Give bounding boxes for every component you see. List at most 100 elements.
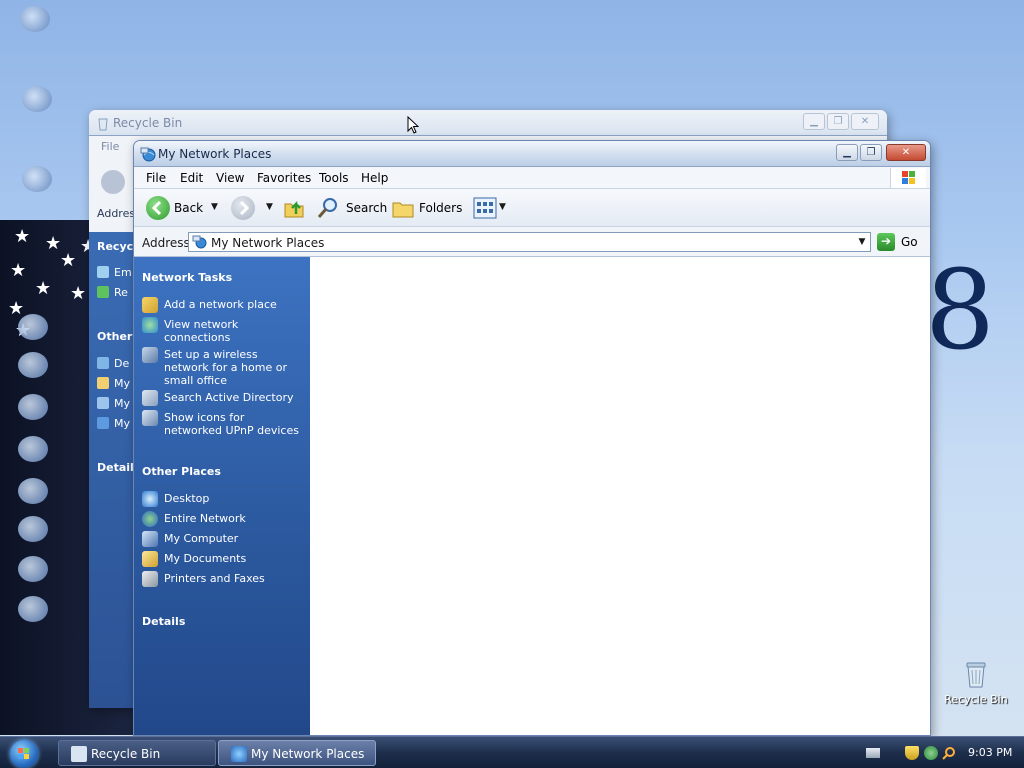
system-clock[interactable]: 9:03 PM	[968, 746, 1012, 759]
network-places-window[interactable]: My Network Places ▁ ❐ ✕ File Edit View F…	[133, 140, 931, 736]
network-status-icon[interactable]	[924, 746, 938, 760]
desktop-folder-icon[interactable]	[20, 6, 50, 32]
forward-button[interactable]	[231, 196, 257, 220]
recycle-bin-icon	[960, 658, 992, 690]
desktop-app-icon[interactable]	[18, 516, 48, 542]
go-button[interactable]: ➔ Go	[877, 232, 923, 252]
task-link-label: My Computer	[164, 532, 239, 545]
wallpaper-star: ★	[35, 278, 52, 299]
desktop-app-icon[interactable]	[18, 352, 48, 378]
task-link-label: Set up a wireless network for a home or …	[164, 348, 287, 387]
minimize-button[interactable]: ▁	[836, 144, 858, 161]
desktop-computer-icon[interactable]	[22, 86, 52, 112]
go-label: Go	[901, 235, 918, 249]
task-link-label: View network connections	[164, 318, 239, 344]
pane-link[interactable]: My	[97, 397, 130, 410]
task-link-label: Printers and Faxes	[164, 572, 265, 585]
desktop-app-icon[interactable]	[18, 596, 48, 622]
wireless-network-icon	[142, 347, 158, 363]
upnp-devices-icon	[142, 410, 158, 426]
mouse-cursor-icon	[407, 116, 419, 134]
desktop-network-icon[interactable]	[22, 166, 52, 192]
desktop-recycle-bin-label: Recycle Bin	[944, 693, 1008, 706]
back-arrow-icon	[146, 196, 170, 220]
address-input[interactable]: My Network Places ▼	[188, 232, 871, 252]
taskbar-button-recycle-bin[interactable]: Recycle Bin	[58, 740, 216, 766]
desktop-recycle-bin[interactable]: Recycle Bin	[940, 658, 1012, 706]
desktop-app-icon[interactable]	[18, 556, 48, 582]
views-button[interactable]: ▼	[473, 196, 509, 220]
windows-logo-icon	[18, 748, 29, 759]
network-connections-icon	[142, 317, 158, 333]
task-link-label: Show icons for networked UPnP devices	[164, 411, 299, 437]
pane-link[interactable]: Re	[97, 286, 128, 299]
pane-link-label: De	[114, 357, 130, 370]
pane-link-label: My	[114, 397, 131, 410]
menu-file[interactable]: File	[146, 171, 166, 185]
my-documents-icon	[142, 551, 158, 567]
task-link-label: Entire Network	[164, 512, 246, 525]
details-heading[interactable]: Details	[142, 615, 185, 628]
taskbar-button-label: Recycle Bin	[91, 747, 161, 761]
my-documents-icon	[97, 377, 109, 389]
my-computer-icon	[142, 531, 158, 547]
network-places-titlebar[interactable]: My Network Places ▁ ❐ ✕	[134, 141, 930, 167]
pane-link[interactable]: My	[97, 417, 130, 430]
keyboard-icon[interactable]	[866, 748, 880, 758]
wallpaper-star: ★	[45, 233, 62, 254]
minimize-button[interactable]: ▁	[803, 113, 825, 130]
taskbar-button-label: My Network Places	[251, 747, 365, 761]
search-button[interactable]: Search	[316, 196, 387, 220]
pane-link-label: My	[114, 417, 131, 430]
network-places-icon	[231, 746, 247, 762]
menu-view[interactable]: View	[216, 171, 244, 185]
address-bar: Address My Network Places ▼ ➔ Go	[134, 227, 930, 257]
maximize-button[interactable]: ❐	[860, 144, 882, 161]
network-tasks-heading[interactable]: Network Tasks	[142, 271, 232, 284]
wallpaper-star: ★	[70, 283, 87, 304]
search-label: Search	[346, 201, 388, 215]
taskbar-button-network-places[interactable]: My Network Places	[218, 740, 376, 766]
menu-edit[interactable]: Edit	[180, 171, 203, 185]
pane-link[interactable]: Em	[97, 266, 132, 279]
address-dropdown-icon[interactable]: ▼	[855, 234, 869, 250]
up-folder-icon	[282, 196, 306, 223]
maximize-button[interactable]: ❐	[827, 113, 849, 130]
entire-network-icon	[142, 511, 158, 527]
back-arrow-icon[interactable]	[101, 170, 125, 194]
file-list-area[interactable]	[310, 257, 930, 735]
desktop-app-icon[interactable]	[18, 394, 48, 420]
wallpaper-star: ★	[8, 298, 25, 319]
pane-link[interactable]: De	[97, 357, 129, 370]
task-link-label: My Documents	[164, 552, 247, 565]
desktop-internet-icon[interactable]	[18, 314, 48, 340]
back-button[interactable]: Back	[146, 196, 208, 220]
close-button[interactable]: ✕	[851, 113, 879, 130]
wallpaper-star: ★	[60, 250, 77, 271]
close-button[interactable]: ✕	[886, 144, 926, 161]
search-directory-icon	[142, 390, 158, 406]
toolbar: Back ▼ ▼ Search Folders ▼	[134, 189, 930, 227]
menu-favorites[interactable]: Favorites	[257, 171, 311, 185]
recycle-bin-titlebar[interactable]: Recycle Bin ▁ ❐ ✕	[89, 110, 887, 136]
pane-link[interactable]: My	[97, 377, 130, 390]
menu-file[interactable]: File	[101, 140, 119, 153]
printers-icon	[142, 571, 158, 587]
other-places-heading[interactable]: Other Places	[142, 465, 221, 478]
wallpaper-star: ★	[10, 260, 27, 281]
up-folder-button[interactable]	[282, 196, 308, 220]
desktop-media-icon[interactable]	[18, 436, 48, 462]
back-dropdown-icon[interactable]: ▼	[211, 202, 218, 212]
folders-icon	[391, 196, 415, 223]
forward-arrow-icon	[231, 196, 255, 220]
start-button[interactable]	[10, 740, 38, 768]
menu-help[interactable]: Help	[361, 171, 388, 185]
folders-button[interactable]: Folders	[391, 196, 462, 223]
desktop-messenger-icon[interactable]	[18, 478, 48, 504]
security-shield-icon[interactable]	[905, 746, 919, 760]
recycle-bin-title: Recycle Bin	[113, 116, 183, 130]
forward-dropdown-icon[interactable]: ▼	[266, 202, 273, 212]
menu-tools[interactable]: Tools	[319, 171, 349, 185]
recycle-bin-task-pane: Recycle Em Re Other I De My My My Detail…	[89, 232, 144, 708]
search-icon[interactable]	[942, 746, 956, 760]
